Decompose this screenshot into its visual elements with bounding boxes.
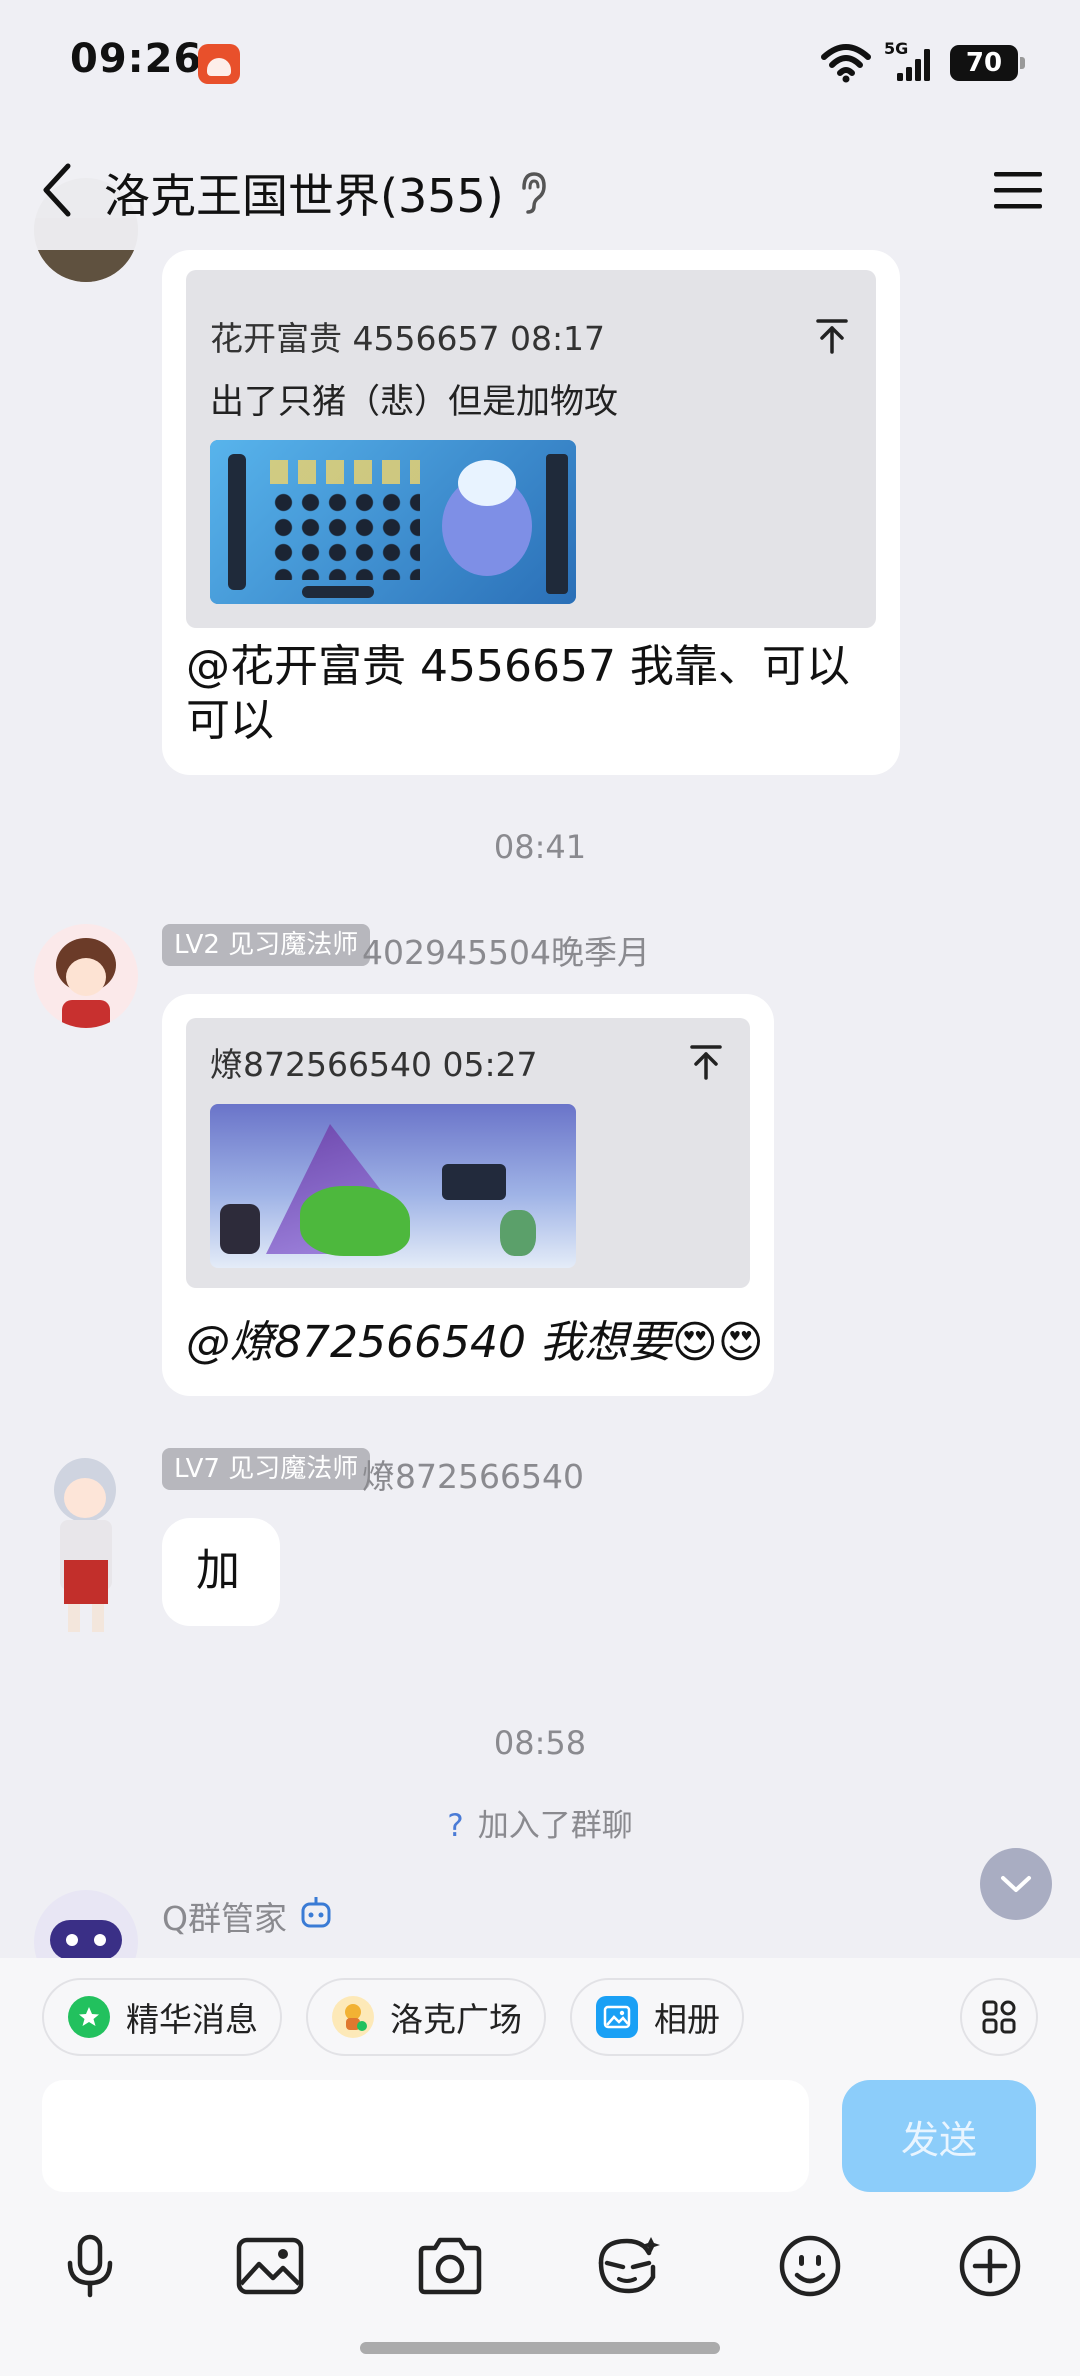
composer-panel: 精华消息 洛克广场 相册 发送 [0, 1958, 1080, 2376]
quote-text: 出了只猪（悲）但是加物攻 [210, 382, 618, 422]
battery-indicator: 70 [950, 45, 1025, 81]
status-indicators: 5G 70 [820, 39, 1025, 86]
quote-sender-time: 花开富贵 4556657 08:17 [210, 319, 606, 358]
system-notice: ? 加入了群聊 [0, 1800, 1080, 1845]
more-shortcuts-button[interactable] [960, 1978, 1038, 2056]
status-time: 09:26 [70, 36, 203, 82]
plus-circle-icon [959, 2235, 1021, 2297]
hamburger-menu-icon [994, 172, 1042, 209]
sender-name[interactable]: 燎872566540 [362, 1450, 584, 1498]
chevron-down-icon [1001, 1876, 1031, 1892]
back-button[interactable] [26, 158, 90, 222]
roco-mascot-icon [332, 1996, 374, 2038]
chat-screen: 09:26 5G 70 洛克王国世界(355) 花开富贵 4556657 08:… [0, 0, 1080, 2376]
home-indicator[interactable] [360, 2342, 720, 2354]
menu-button[interactable] [986, 160, 1050, 220]
chevron-left-icon [43, 163, 71, 217]
message-bubble[interactable]: 加 [162, 1518, 280, 1626]
gallery-button[interactable] [230, 2226, 310, 2306]
emoji-button[interactable] [770, 2226, 850, 2306]
shortcut-photo-album[interactable]: 相册 [570, 1978, 744, 2056]
ear-icon[interactable] [512, 168, 552, 216]
shortcut-essence-messages[interactable]: 精华消息 [42, 1978, 282, 2056]
camera-icon [418, 2237, 482, 2295]
quoted-message[interactable]: 花开富贵 4556657 08:17 出了只猪（悲）但是加物攻 [186, 270, 876, 628]
message-text: @花开富贵 4556657 我靠、可以可以 [186, 641, 850, 746]
status-bar: 09:26 5G 70 [0, 0, 1080, 130]
jump-to-quote-icon[interactable] [812, 316, 852, 356]
timestamp: 08:41 [493, 828, 587, 866]
wifi-icon [821, 44, 871, 83]
sender-name[interactable]: 402945504晚季月 [362, 926, 650, 974]
send-button[interactable]: 发送 [842, 2080, 1036, 2192]
shortcut-label: 精华消息 [126, 2000, 258, 2039]
shortcut-label: 相册 [654, 2000, 720, 2039]
level-badge: LV7 见习魔法师 [162, 1448, 371, 1490]
cellular-signal-icon: 5G [884, 39, 936, 83]
shortcut-roco-plaza[interactable]: 洛克广场 [306, 1978, 546, 2056]
scroll-to-bottom-button[interactable] [980, 1848, 1052, 1920]
message-bubble[interactable]: 燎872566540 05:27 @燎872566540 我想要😍😍 [162, 994, 774, 1396]
quoted-image[interactable] [210, 1104, 576, 1268]
microphone-icon [67, 2234, 113, 2298]
quote-sender-time: 燎872566540 05:27 [210, 1045, 538, 1084]
message-input[interactable] [42, 2080, 809, 2192]
sender-name[interactable]: Q群管家 [162, 1892, 287, 1940]
image-icon [236, 2237, 304, 2295]
star-chat-icon [68, 1996, 110, 2038]
jump-to-quote-icon[interactable] [686, 1042, 726, 1082]
message-text: 加 [196, 1545, 240, 1596]
emoji-icon [779, 2235, 841, 2297]
quoted-image[interactable] [210, 440, 576, 604]
voice-button[interactable] [50, 2226, 130, 2306]
photo-album-icon [596, 1996, 638, 2038]
timestamp: 08:58 [493, 1724, 587, 1762]
system-notice-text: 加入了群聊 [477, 1808, 633, 1844]
avatar[interactable] [34, 924, 138, 1028]
grid-icon [982, 2000, 1016, 2034]
level-badge: LV2 见习魔法师 [162, 924, 371, 966]
camera-button[interactable] [410, 2226, 490, 2306]
notification-app-icon [198, 44, 240, 84]
ai-persona-button[interactable] [588, 2226, 668, 2306]
ai-face-icon [598, 2237, 660, 2294]
quoted-message[interactable]: 燎872566540 05:27 [186, 1018, 750, 1288]
chat-header: 洛克王国世界(355) [0, 130, 1080, 250]
shortcut-label: 洛克广场 [390, 2000, 522, 2039]
more-actions-button[interactable] [950, 2226, 1030, 2306]
avatar[interactable] [34, 1450, 138, 1640]
robot-badge-icon [301, 1897, 331, 1928]
group-title[interactable]: 洛克王国世界(355) [104, 160, 504, 226]
battery-level: 70 [965, 48, 1003, 78]
message-text: @燎872566540 我想要😍😍 [186, 1317, 764, 1368]
unknown-member-link[interactable]: ? [447, 1808, 463, 1844]
message-bubble[interactable]: 花开富贵 4556657 08:17 出了只猪（悲）但是加物攻 @花开富贵 45… [162, 250, 900, 775]
